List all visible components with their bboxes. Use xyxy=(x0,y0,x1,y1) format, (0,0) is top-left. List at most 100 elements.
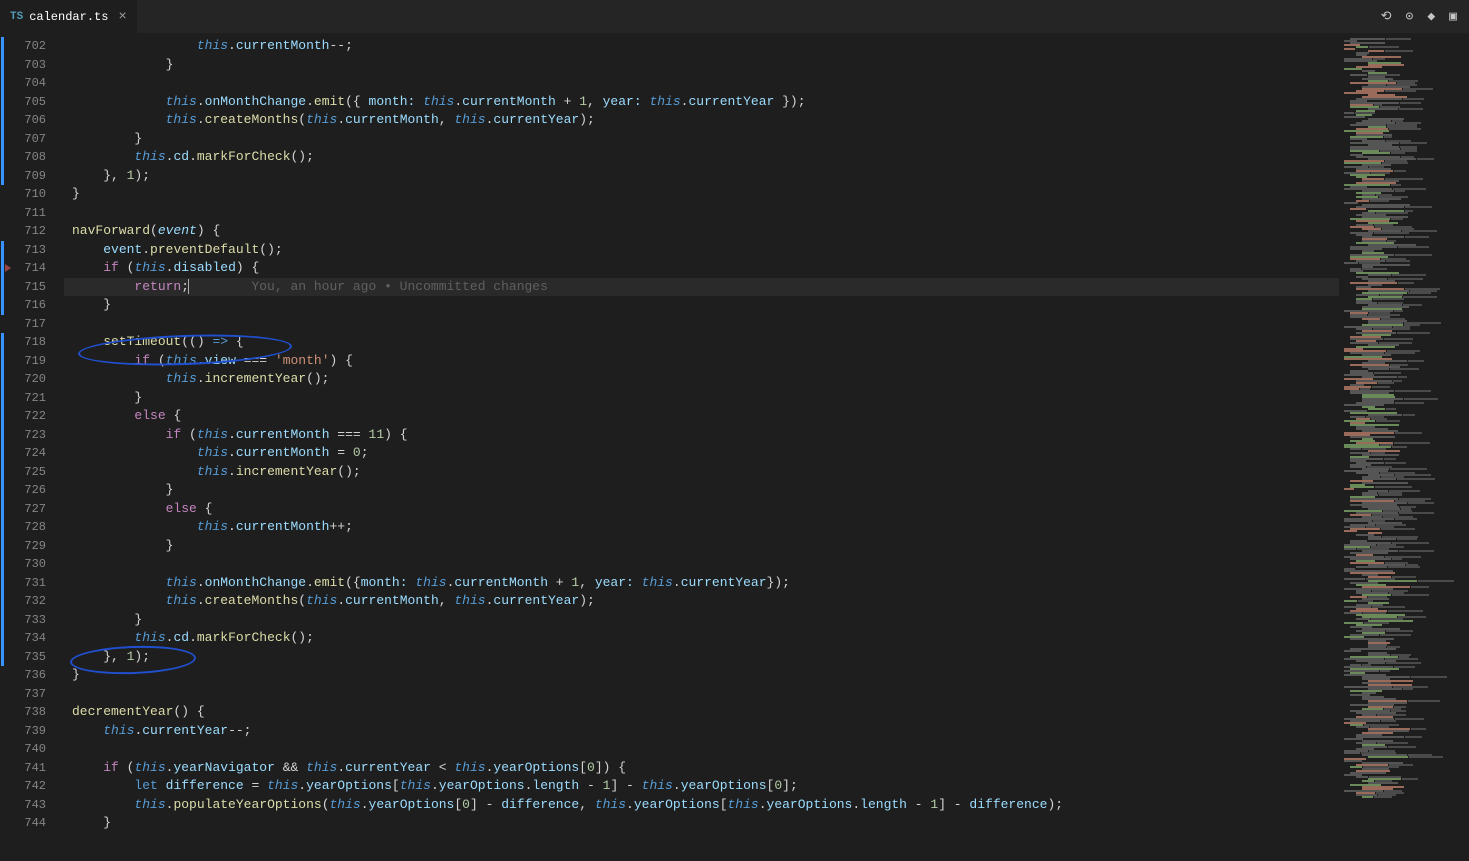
line-number: 738 xyxy=(3,703,64,722)
line-number: 720 xyxy=(3,370,64,389)
line-number: 737 xyxy=(3,685,64,704)
line-number: 710 xyxy=(3,185,64,204)
code-line[interactable]: this.incrementYear(); xyxy=(64,370,1339,389)
line-number: 721 xyxy=(3,389,64,408)
tab-calendar-ts[interactable]: TS calendar.ts × xyxy=(0,0,137,34)
code-area[interactable]: this.currentMonth--; } this.onMonthChang… xyxy=(64,34,1339,861)
code-line[interactable]: } xyxy=(64,130,1339,149)
line-number: 704 xyxy=(3,74,64,93)
code-line[interactable]: }, 1); xyxy=(64,167,1339,186)
code-line[interactable]: this.createMonths(this.currentMonth, thi… xyxy=(64,592,1339,611)
line-number: 713 xyxy=(3,241,64,260)
line-number: 742 xyxy=(3,777,64,796)
code-line[interactable]: this.currentMonth++; xyxy=(64,518,1339,537)
line-number: 730 xyxy=(3,555,64,574)
code-line[interactable]: if (this.view === 'month') { xyxy=(64,352,1339,371)
line-number: 739 xyxy=(3,722,64,741)
code-line[interactable]: return; You, an hour ago • Uncommitted c… xyxy=(64,278,1339,297)
code-line[interactable]: } xyxy=(64,296,1339,315)
code-line[interactable]: navForward(event) { xyxy=(64,222,1339,241)
tab-filename: calendar.ts xyxy=(29,10,108,24)
code-line[interactable]: this.onMonthChange.emit({month: this.cur… xyxy=(64,574,1339,593)
run-icon[interactable]: ◆ xyxy=(1427,9,1435,24)
line-number: 722 xyxy=(3,407,64,426)
code-line[interactable]: if (this.disabled) { xyxy=(64,259,1339,278)
typescript-icon: TS xyxy=(10,11,23,23)
line-number: 702 xyxy=(3,37,64,56)
code-line[interactable]: } xyxy=(64,389,1339,408)
line-number: 716 xyxy=(3,296,64,315)
code-line[interactable]: setTimeout(() => { xyxy=(64,333,1339,352)
code-line[interactable]: if (this.yearNavigator && this.currentYe… xyxy=(64,759,1339,778)
minimap[interactable] xyxy=(1339,34,1469,861)
line-number: 727 xyxy=(3,500,64,519)
line-number: 726 xyxy=(3,481,64,500)
line-number: 741 xyxy=(3,759,64,778)
line-number: 728 xyxy=(3,518,64,537)
code-line[interactable]: } xyxy=(64,185,1339,204)
editor-actions: ⟲ ⊙ ◆ ▣ xyxy=(1381,9,1469,24)
line-number: 733 xyxy=(3,611,64,630)
code-line[interactable]: else { xyxy=(64,407,1339,426)
code-line[interactable]: if (this.currentMonth === 11) { xyxy=(64,426,1339,445)
line-number: 732 xyxy=(3,592,64,611)
line-number: 723 xyxy=(3,426,64,445)
line-number-gutter[interactable]: 7027037047057067077087097107117127137147… xyxy=(0,34,64,861)
code-line[interactable]: event.preventDefault(); xyxy=(64,241,1339,260)
code-line[interactable]: this.currentMonth = 0; xyxy=(64,444,1339,463)
breakpoint-hint-icon[interactable] xyxy=(5,264,11,272)
split-editor-icon[interactable]: ▣ xyxy=(1449,9,1457,24)
code-line[interactable]: this.cd.markForCheck(); xyxy=(64,148,1339,167)
line-number: 719 xyxy=(3,352,64,371)
code-line[interactable] xyxy=(64,74,1339,93)
code-line[interactable] xyxy=(64,555,1339,574)
code-line[interactable]: this.currentYear--; xyxy=(64,722,1339,741)
line-number: 731 xyxy=(3,574,64,593)
line-number: 715 xyxy=(3,278,64,297)
line-number: 707 xyxy=(3,130,64,149)
code-line[interactable]: } xyxy=(64,56,1339,75)
line-number: 705 xyxy=(3,93,64,112)
code-line[interactable]: this.populateYearOptions(this.yearOption… xyxy=(64,796,1339,815)
line-number: 736 xyxy=(3,666,64,685)
code-line[interactable]: }, 1); xyxy=(64,648,1339,667)
line-number: 725 xyxy=(3,463,64,482)
code-line[interactable]: } xyxy=(64,537,1339,556)
code-line[interactable]: } xyxy=(64,481,1339,500)
line-number: 711 xyxy=(3,204,64,223)
code-line[interactable] xyxy=(64,315,1339,334)
code-line[interactable]: } xyxy=(64,611,1339,630)
compare-changes-icon[interactable]: ⟲ xyxy=(1381,9,1392,24)
git-blame-annotation: You, an hour ago • Uncommitted changes xyxy=(189,279,548,294)
code-line[interactable]: } xyxy=(64,666,1339,685)
code-line[interactable]: this.incrementYear(); xyxy=(64,463,1339,482)
line-number: 708 xyxy=(3,148,64,167)
line-number: 717 xyxy=(3,315,64,334)
line-number: 735 xyxy=(3,648,64,667)
line-number: 724 xyxy=(3,444,64,463)
code-line[interactable] xyxy=(64,204,1339,223)
code-line[interactable]: decrementYear() { xyxy=(64,703,1339,722)
line-number: 744 xyxy=(3,814,64,833)
line-number: 734 xyxy=(3,629,64,648)
line-number: 703 xyxy=(3,56,64,75)
line-number: 712 xyxy=(3,222,64,241)
code-line[interactable]: this.currentMonth--; xyxy=(64,37,1339,56)
line-number: 740 xyxy=(3,740,64,759)
code-line[interactable]: this.cd.markForCheck(); xyxy=(64,629,1339,648)
code-line[interactable]: let difference = this.yearOptions[this.y… xyxy=(64,777,1339,796)
line-number: 718 xyxy=(3,333,64,352)
code-line[interactable]: this.createMonths(this.currentMonth, thi… xyxy=(64,111,1339,130)
code-line[interactable]: this.onMonthChange.emit({ month: this.cu… xyxy=(64,93,1339,112)
tab-bar: TS calendar.ts × ⟲ ⊙ ◆ ▣ xyxy=(0,0,1469,34)
code-line[interactable] xyxy=(64,685,1339,704)
line-number: 709 xyxy=(3,167,64,186)
close-icon[interactable]: × xyxy=(118,9,126,25)
code-line[interactable]: else { xyxy=(64,500,1339,519)
code-line[interactable] xyxy=(64,740,1339,759)
line-number: 729 xyxy=(3,537,64,556)
editor-body: 7027037047057067077087097107117127137147… xyxy=(0,34,1469,861)
code-line[interactable]: } xyxy=(64,814,1339,833)
toggle-preview-icon[interactable]: ⊙ xyxy=(1406,9,1414,24)
editor-container: TS calendar.ts × ⟲ ⊙ ◆ ▣ 702703704705706… xyxy=(0,0,1469,861)
